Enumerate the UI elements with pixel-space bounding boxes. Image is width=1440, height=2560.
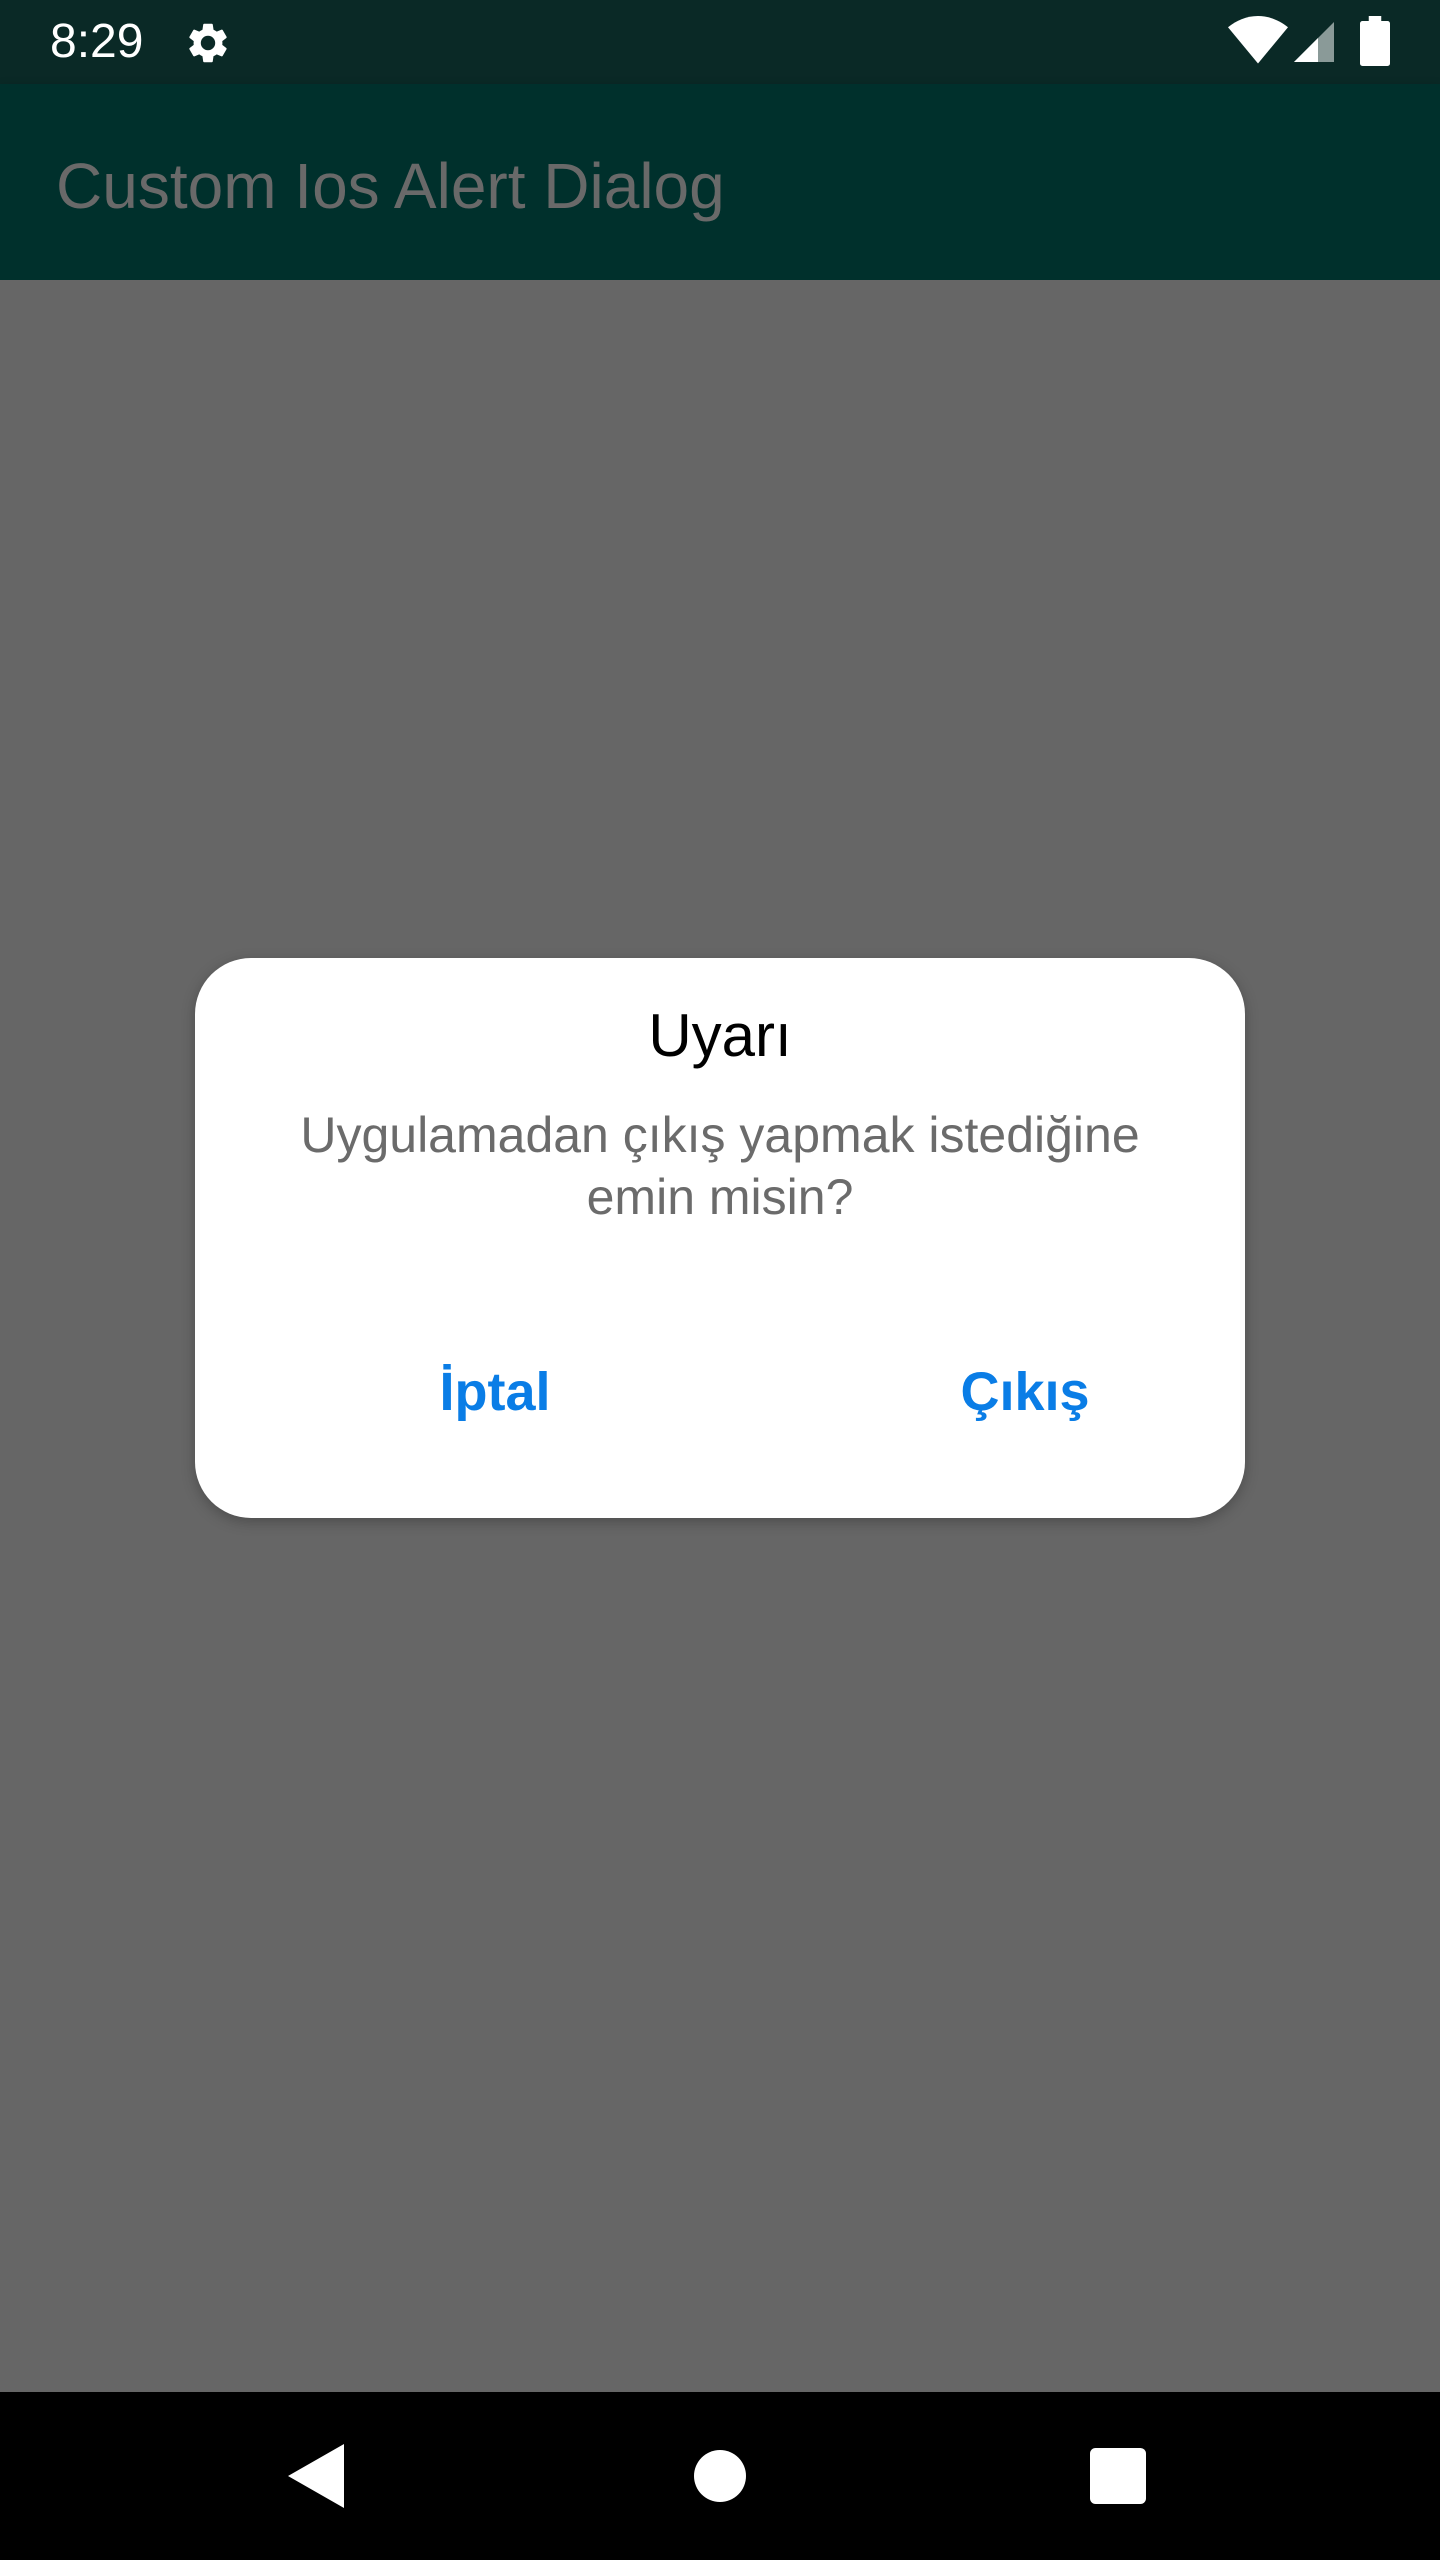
exit-button[interactable]: Çıkış bbox=[875, 1344, 1175, 1440]
navigation-bar bbox=[0, 2392, 1440, 2560]
back-icon[interactable] bbox=[288, 2444, 344, 2508]
battery-icon bbox=[1360, 16, 1390, 66]
dialog-title: Uyarı bbox=[648, 1002, 792, 1069]
status-time: 8:29 bbox=[50, 15, 144, 68]
signal-icon bbox=[1294, 22, 1334, 62]
wifi-icon bbox=[1228, 16, 1288, 64]
home-icon[interactable] bbox=[694, 2450, 746, 2502]
status-bar: 8:29 bbox=[0, 0, 1440, 84]
cancel-button[interactable]: İptal bbox=[345, 1344, 645, 1440]
gear-icon bbox=[189, 23, 227, 63]
app-bar: Custom Ios Alert Dialog bbox=[0, 84, 1440, 280]
recents-icon[interactable] bbox=[1090, 2448, 1146, 2504]
dialog-message: Uygulamadan çıkış yapmak istediğine emin… bbox=[300, 1107, 1140, 1225]
alert-dialog: Uyarı Uygulamadan çıkış yapmak istediğin… bbox=[195, 958, 1245, 1518]
app-title: Custom Ios Alert Dialog bbox=[56, 150, 725, 222]
